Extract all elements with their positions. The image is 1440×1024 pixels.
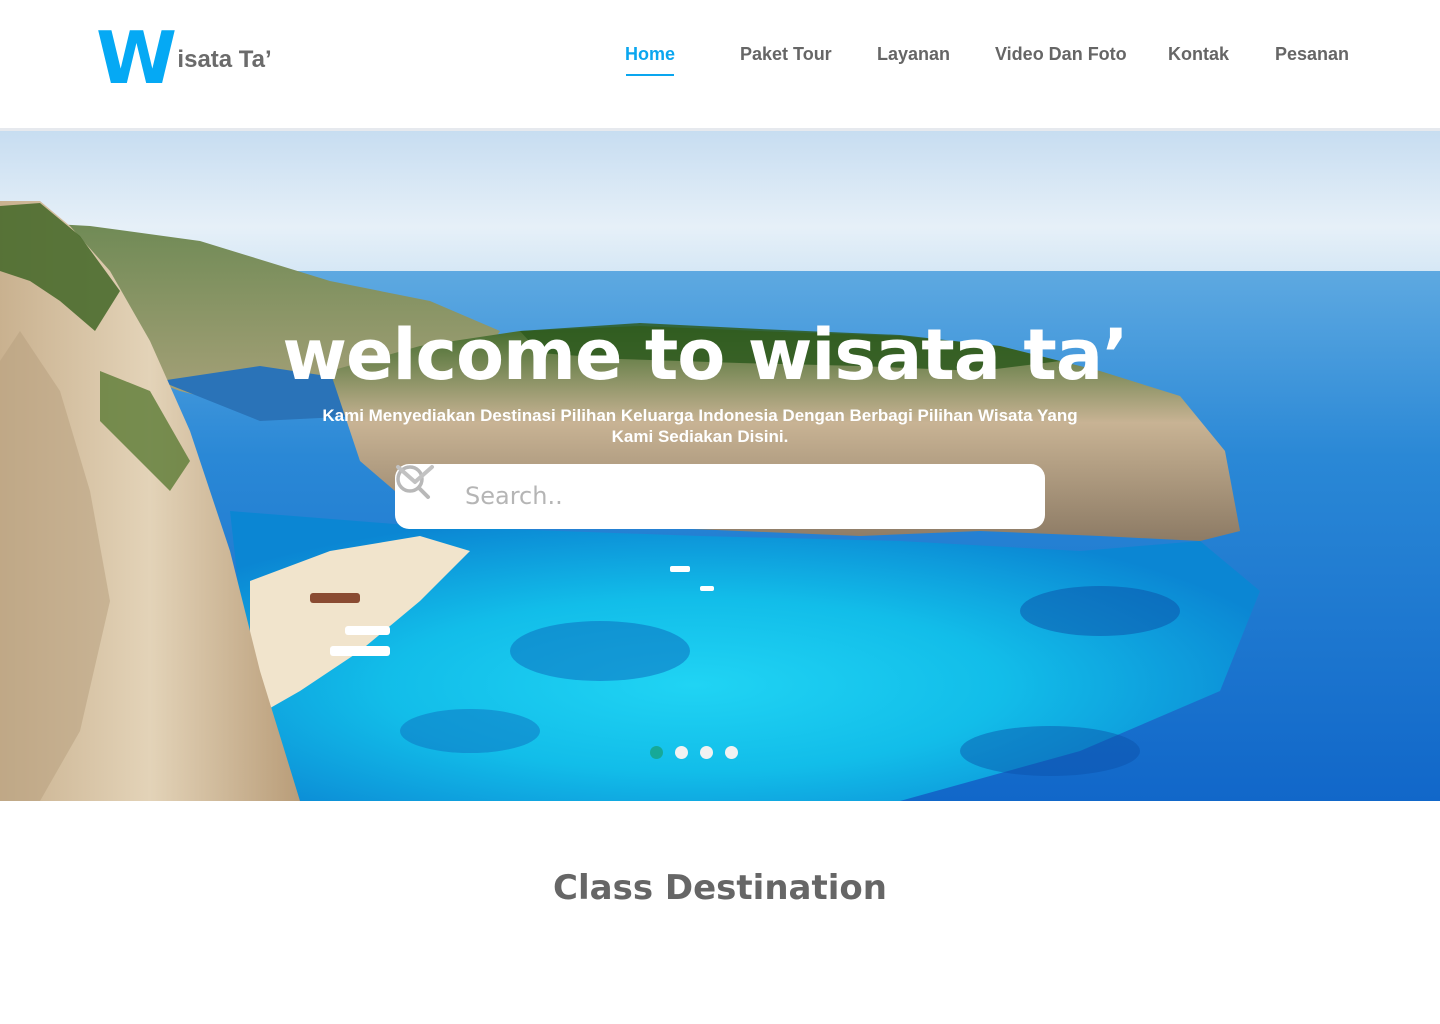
chevron-down-icon[interactable] — [395, 464, 435, 486]
section-title: Class Destination — [553, 868, 887, 908]
carousel-dot-1[interactable] — [650, 746, 663, 759]
nav-layanan[interactable]: Layanan — [877, 44, 950, 65]
carousel-indicators — [650, 746, 738, 760]
nav-pesanan[interactable]: Pesanan — [1275, 44, 1349, 65]
search-input[interactable] — [465, 476, 945, 516]
nav-video-dan-foto[interactable]: Video Dan Foto — [995, 44, 1127, 65]
hero-title: welcome to wisata ta’ — [282, 314, 1128, 396]
hero-subtitle: Kami Menyediakan Destinasi Pilihan Kelua… — [322, 406, 1078, 446]
main-nav: Home Paket Tour Layanan Video Dan Foto K… — [0, 44, 1440, 84]
hero-banner: welcome to wisata ta’ Kami Menyediakan D… — [0, 131, 1440, 801]
nav-paket-tour[interactable]: Paket Tour — [740, 44, 832, 65]
carousel-dot-4[interactable] — [725, 746, 738, 759]
nav-home[interactable]: Home — [625, 44, 675, 65]
site-header: W isata Ta’ Home Paket Tour Layanan Vide… — [0, 0, 1440, 129]
nav-active-indicator — [626, 74, 674, 76]
carousel-dot-3[interactable] — [700, 746, 713, 759]
search-bar — [395, 464, 1045, 529]
carousel-dot-2[interactable] — [675, 746, 688, 759]
nav-kontak[interactable]: Kontak — [1168, 44, 1229, 65]
